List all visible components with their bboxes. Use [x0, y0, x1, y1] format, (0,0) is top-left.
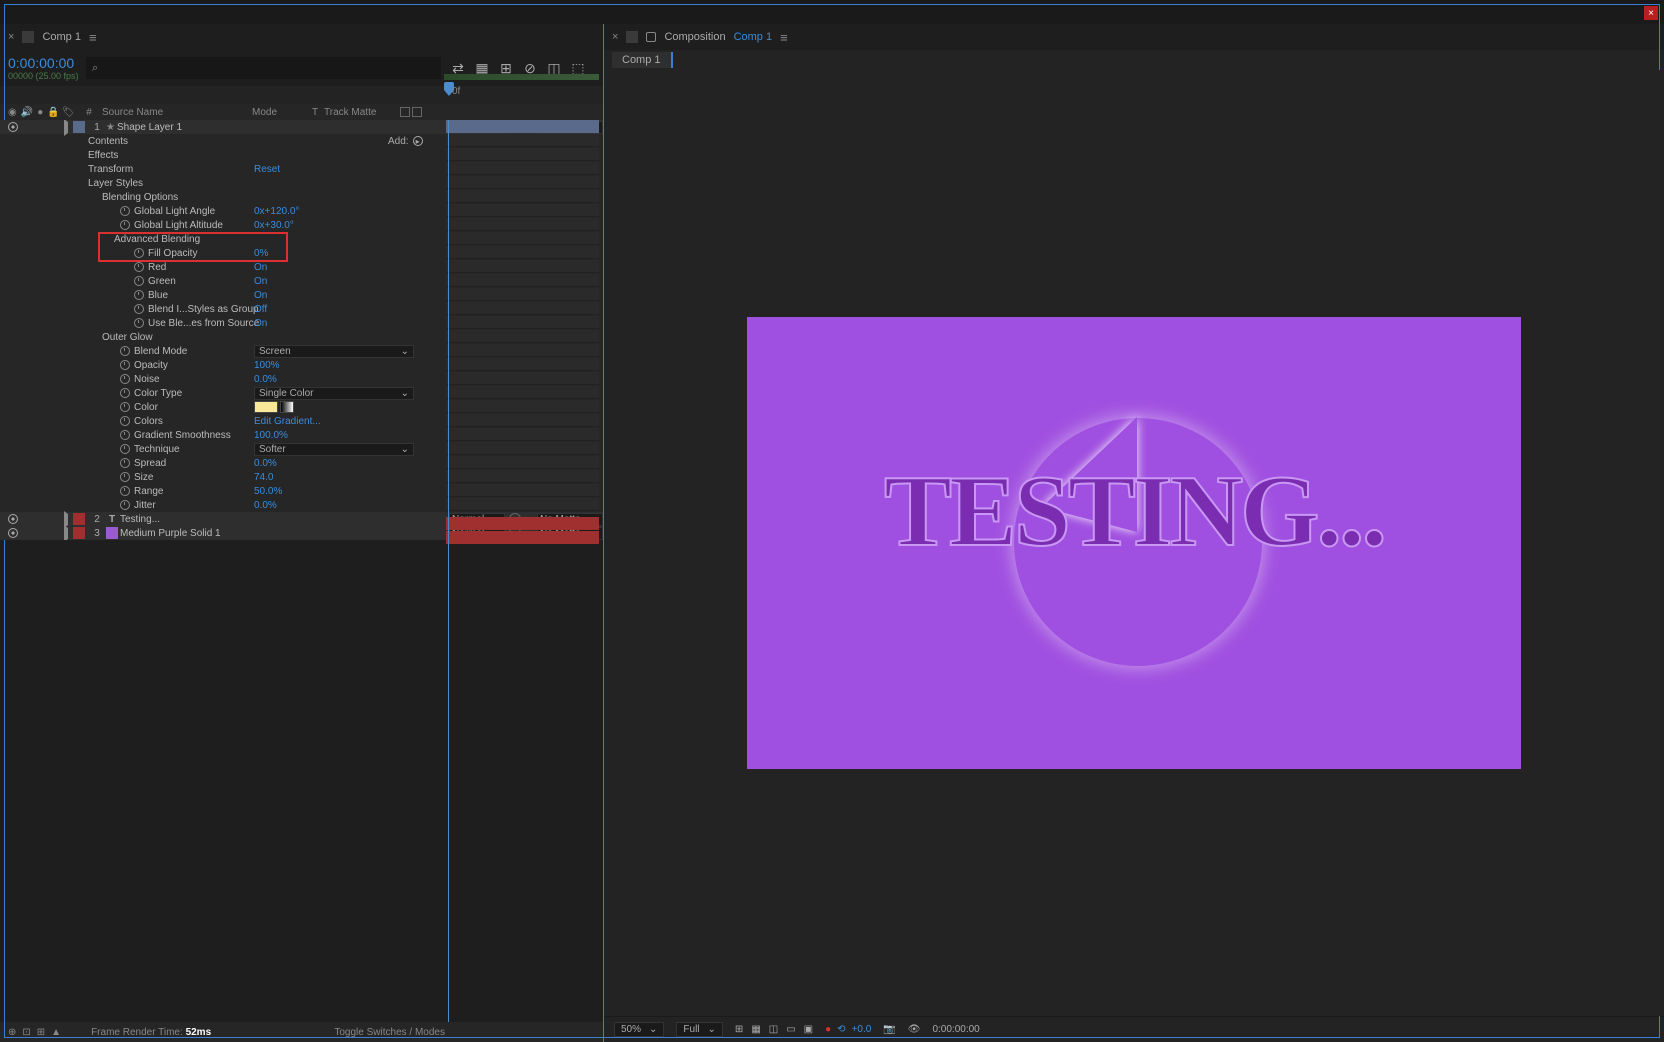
layer-number: 3: [88, 528, 106, 539]
value-jitter[interactable]: 0.0%: [254, 500, 277, 511]
layer-bar-solid[interactable]: [446, 531, 599, 544]
close-button[interactable]: ×: [1644, 6, 1658, 20]
timeline-panel: × Comp 1 ≡ 0:00:00:00 00000 (25.00 fps) …: [0, 24, 604, 1042]
value-ubs[interactable]: On: [254, 318, 267, 329]
twirl-icon[interactable]: [64, 120, 68, 136]
layer-name[interactable]: Shape Layer 1: [115, 122, 449, 133]
stopwatch-icon[interactable]: [134, 318, 144, 328]
layer-bar-text[interactable]: [446, 517, 599, 530]
stopwatch-icon[interactable]: [134, 262, 144, 272]
blend-mode-select[interactable]: Screen⌄: [254, 345, 414, 358]
value-fill-opacity[interactable]: 0%: [254, 248, 268, 259]
value-size[interactable]: 74.0: [254, 472, 273, 483]
value-noise[interactable]: 0.0%: [254, 374, 277, 385]
stopwatch-icon[interactable]: [120, 458, 130, 468]
stopwatch-icon[interactable]: [120, 220, 130, 230]
stopwatch-icon[interactable]: [120, 402, 130, 412]
value-spread[interactable]: 0.0%: [254, 458, 277, 469]
value-blue[interactable]: On: [254, 290, 267, 301]
eyedropper-icon[interactable]: [280, 401, 294, 413]
preview-text: TESTING...: [747, 453, 1521, 570]
value-glalt[interactable]: 0x+30.0°: [254, 220, 294, 231]
playhead-line: [448, 120, 449, 1022]
stopwatch-icon[interactable]: [120, 374, 130, 384]
timeline-track-area[interactable]: for(let i=1;i<=27;i++)document.write('<d…: [440, 120, 603, 1022]
value-bsg[interactable]: Off: [254, 304, 267, 315]
stopwatch-icon[interactable]: [120, 388, 130, 398]
solid-layer-icon: [106, 527, 118, 539]
stopwatch-icon[interactable]: [120, 416, 130, 426]
layer-number: 1: [88, 122, 106, 133]
stopwatch-icon[interactable]: [120, 500, 130, 510]
value-gla[interactable]: 0x+120.0°: [254, 206, 299, 217]
layer-name[interactable]: Medium Purple Solid 1: [118, 528, 449, 539]
layer-bar-shape[interactable]: [446, 120, 599, 133]
value-opacity[interactable]: 100%: [254, 360, 280, 371]
color-type-select[interactable]: Single Color⌄: [254, 387, 414, 400]
color-swatch[interactable]: [254, 401, 278, 413]
visibility-eye-icon[interactable]: [8, 122, 18, 132]
text-layer-icon: T: [106, 514, 118, 525]
add-button[interactable]: Add:▸: [388, 136, 423, 147]
stopwatch-icon[interactable]: [134, 304, 144, 314]
stopwatch-icon[interactable]: [134, 290, 144, 300]
label-swatch[interactable]: [73, 513, 85, 525]
label-swatch[interactable]: [73, 121, 85, 133]
visibility-eye-icon[interactable]: [8, 528, 18, 538]
visibility-eye-icon[interactable]: [8, 514, 18, 524]
stopwatch-icon[interactable]: [120, 486, 130, 496]
stopwatch-icon[interactable]: [120, 472, 130, 482]
close-x-label: ×: [1648, 8, 1654, 19]
composition-panel: × Composition Comp 1 ≡ Comp 1 TESTING...: [604, 24, 1664, 1042]
reset-button[interactable]: Reset: [254, 164, 280, 175]
twirl-icon[interactable]: [64, 525, 68, 541]
layer-name[interactable]: Testing...: [118, 514, 449, 525]
preview-viewport[interactable]: TESTING...: [604, 70, 1664, 1016]
stopwatch-icon[interactable]: [120, 346, 130, 356]
technique-select[interactable]: Softer⌄: [254, 443, 414, 456]
value-green[interactable]: On: [254, 276, 267, 287]
stopwatch-icon[interactable]: [120, 360, 130, 370]
shape-layer-icon: ★: [106, 122, 115, 133]
stopwatch-icon[interactable]: [134, 276, 144, 286]
stopwatch-icon[interactable]: [134, 248, 144, 258]
value-gs[interactable]: 100.0%: [254, 430, 288, 441]
stopwatch-icon[interactable]: [120, 444, 130, 454]
edit-gradient-button[interactable]: Edit Gradient...: [254, 416, 321, 427]
value-range[interactable]: 50.0%: [254, 486, 282, 497]
value-red[interactable]: On: [254, 262, 267, 273]
stopwatch-icon[interactable]: [120, 206, 130, 216]
stopwatch-icon[interactable]: [120, 430, 130, 440]
layer-number: 2: [88, 514, 106, 525]
label-swatch[interactable]: [73, 527, 85, 539]
ruler-label: 0f: [452, 86, 460, 97]
